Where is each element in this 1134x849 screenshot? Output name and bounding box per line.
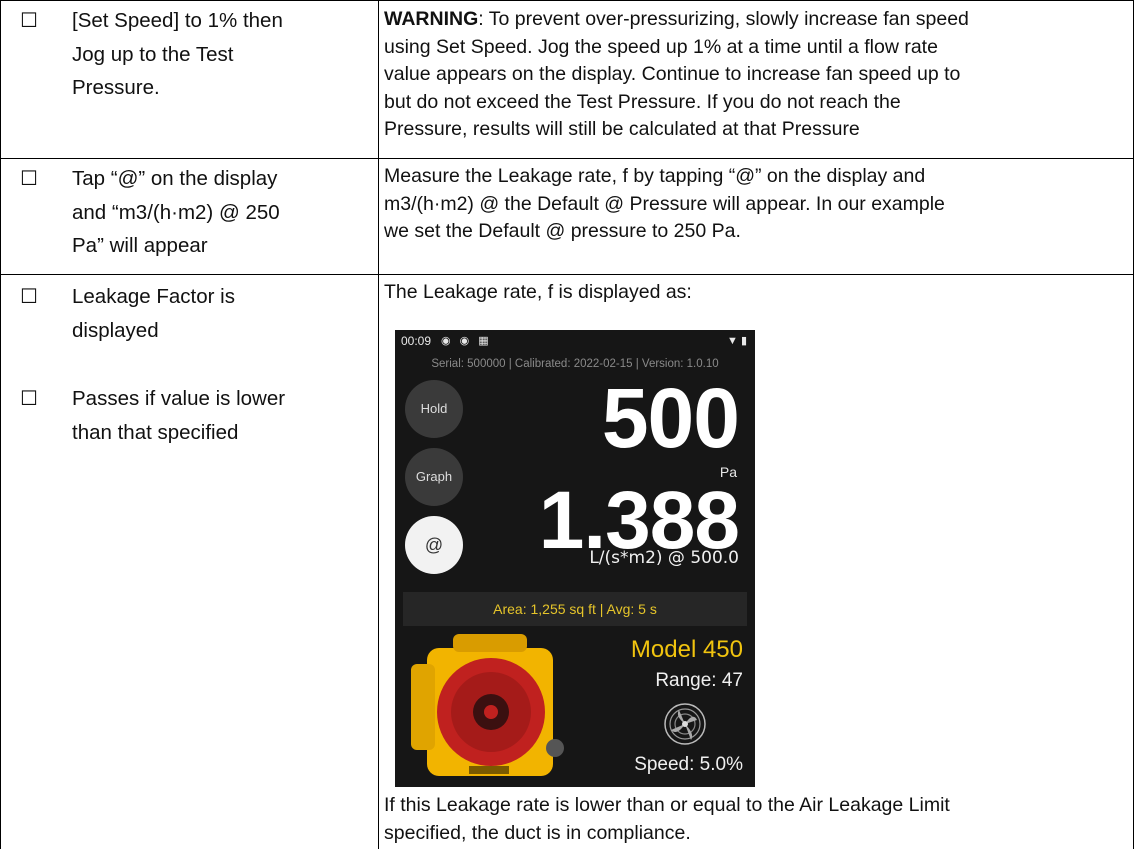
detail-line: If this Leakage rate is lower than or eq… bbox=[384, 794, 950, 816]
step-detail: Measure the Leakage rate, f by tapping “… bbox=[384, 163, 1129, 246]
step-line: displayed bbox=[72, 318, 159, 342]
status-bar: 00:09 ◉ ◉ ▦ ▼ ▮ bbox=[395, 330, 755, 352]
step-line: Jog up to the Test bbox=[72, 42, 234, 66]
notification-icons: ◉ ◉ ▦ bbox=[441, 335, 492, 347]
step-checkbox[interactable]: ☐ bbox=[20, 162, 38, 196]
step-line: than that specified bbox=[72, 420, 239, 444]
warning-label: WARNING bbox=[384, 8, 479, 30]
row-divider-1 bbox=[0, 158, 1134, 159]
detail-line: Measure the Leakage rate, f by tapping “… bbox=[384, 165, 926, 187]
fan-icon bbox=[664, 703, 706, 745]
step-line: Passes if value is lower bbox=[72, 387, 286, 410]
instruction-table: ☐ [Set Speed] to 1% then Jog up to the T… bbox=[0, 0, 1134, 849]
step-description: [Set Speed] to 1% then Jog up to the Tes… bbox=[72, 4, 382, 105]
serial-info: Serial: 500000 | Calibrated: 2022-02-15 … bbox=[431, 358, 719, 370]
step-detail: WARNING: To prevent over-pressurizing, s… bbox=[384, 6, 1129, 144]
speed-value: Speed: 5.0% bbox=[634, 754, 743, 775]
step-description: Leakage Factor is displayed bbox=[72, 280, 382, 347]
hold-button[interactable]: Hold bbox=[405, 380, 463, 438]
table-border-top bbox=[0, 0, 1134, 1]
range-value: Range: 47 bbox=[655, 670, 743, 691]
step-checkbox[interactable]: ☐ bbox=[20, 382, 38, 416]
step-line: and “m3/(h·m2) @ 250 bbox=[72, 200, 280, 224]
step-description: Passes if value is lower than that speci… bbox=[72, 382, 382, 449]
detail-line: WARNING: To prevent over-pressurizing, s… bbox=[384, 6, 1129, 34]
step-line: Pa” will appear bbox=[72, 234, 208, 257]
at-button[interactable]: @ bbox=[405, 516, 463, 574]
step-line: Pressure. bbox=[72, 76, 160, 99]
step-line: Tap “@” on the display bbox=[72, 167, 278, 190]
detail-intro: The Leakage rate, f is displayed as: bbox=[384, 281, 692, 303]
detail-line: value appears on the display. Continue t… bbox=[384, 63, 961, 85]
detail-line: m3/(h·m2) @ the Default @ Pressure will … bbox=[384, 192, 945, 215]
status-time: 00:09 bbox=[401, 334, 432, 348]
detail-line: but do not exceed the Test Pressure. If … bbox=[384, 90, 901, 113]
step-detail: If this Leakage rate is lower than or eq… bbox=[384, 792, 1129, 847]
device-hub bbox=[484, 705, 498, 719]
model-name: Model 450 bbox=[630, 636, 743, 663]
pressure-readout: 500 bbox=[601, 371, 740, 465]
device-label bbox=[469, 766, 509, 774]
step-line: [Set Speed] to 1% then bbox=[72, 9, 283, 32]
table-border-left bbox=[0, 0, 1, 849]
detail-line: using Set Speed. Jog the speed up 1% at … bbox=[384, 35, 938, 58]
battery-icon: ▼ ▮ bbox=[727, 335, 747, 347]
device-top-handle bbox=[453, 634, 527, 652]
step-line: Leakage Factor is bbox=[72, 285, 235, 308]
step-checkbox[interactable]: ☐ bbox=[20, 280, 38, 314]
detail-line: we set the Default @ pressure to 250 Pa. bbox=[384, 220, 741, 242]
device-wheel bbox=[546, 739, 564, 757]
row-divider-2 bbox=[0, 274, 1134, 275]
step-description: Tap “@” on the display and “m3/(h·m2) @ … bbox=[72, 162, 382, 263]
detail-line: Pressure, results will still be calculat… bbox=[384, 118, 860, 140]
leakage-rate-unit: L/(s*m2) @ 500.0 bbox=[589, 548, 739, 568]
graph-button[interactable]: Graph bbox=[405, 448, 463, 506]
detail-text: : To prevent over-pressurizing, slowly i… bbox=[478, 8, 969, 30]
area-avg-bar: Area: 1,255 sq ft | Avg: 5 s bbox=[403, 592, 747, 626]
device-handle bbox=[411, 664, 435, 750]
step-checkbox[interactable]: ☐ bbox=[20, 4, 38, 38]
detail-line: specified, the duct is in compliance. bbox=[384, 821, 691, 844]
device-screenshot: 00:09 ◉ ◉ ▦ ▼ ▮ Serial: 500000 | Calibra… bbox=[395, 330, 755, 787]
fan-device-image bbox=[411, 634, 564, 776]
